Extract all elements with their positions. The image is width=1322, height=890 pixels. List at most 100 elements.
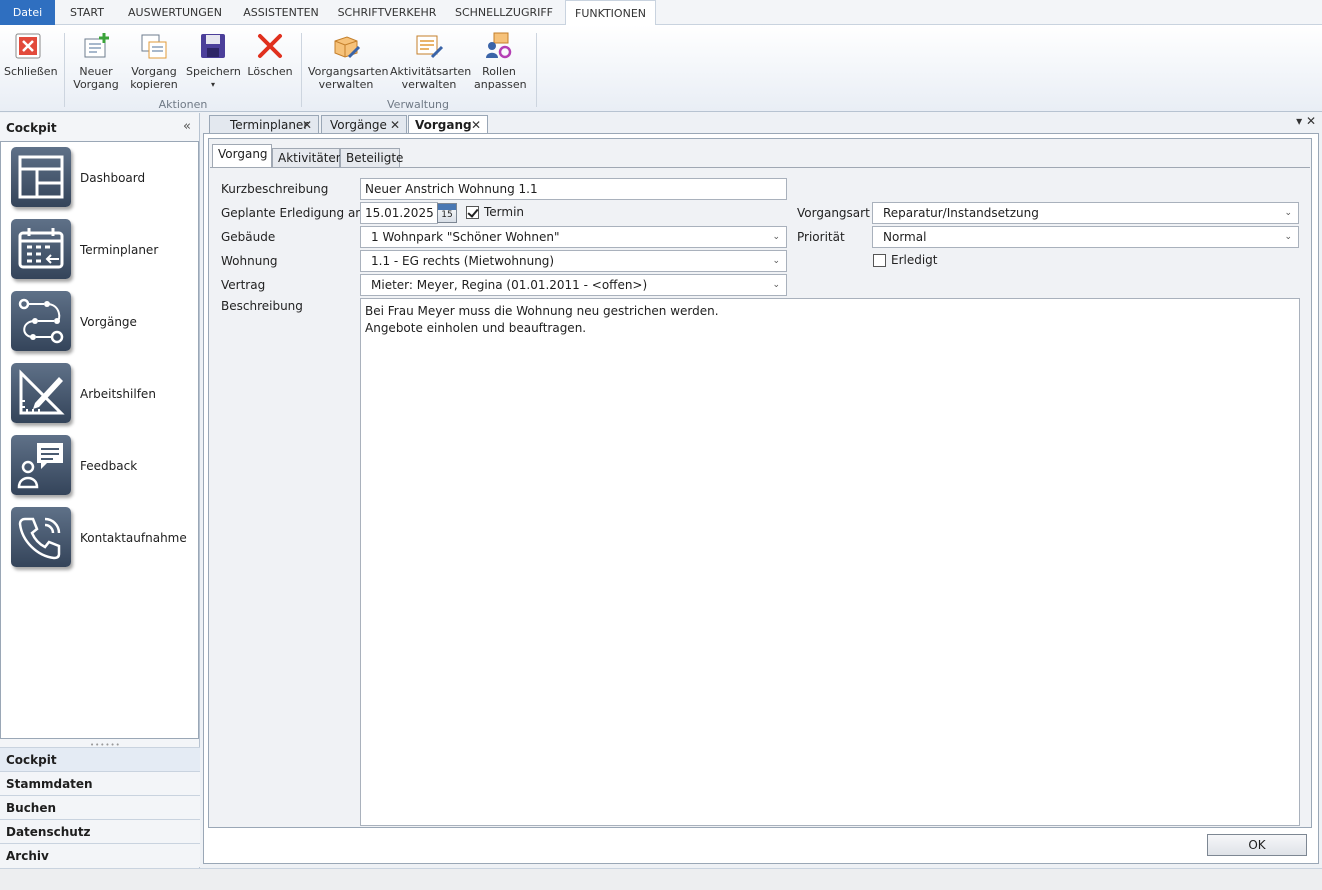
ok-button[interactable]: OK (1207, 834, 1307, 856)
tab-auswertungen[interactable]: AUSWERTUNGEN (120, 0, 230, 25)
document-panel: Vorgang Aktivitäten Beteiligte Kurzbesch… (203, 133, 1319, 864)
description-line: Bei Frau Meyer muss die Wohnung neu gest… (365, 304, 719, 318)
nav-item-terminplaner[interactable]: Terminplaner (11, 219, 196, 281)
manage-case-types-label: Vorgangsarten verwalten (308, 65, 389, 91)
manage-case-types-button[interactable]: Vorgangsarten verwalten (308, 31, 389, 91)
tab-start[interactable]: START (60, 0, 114, 25)
save-button[interactable]: Speichern ▾ (186, 31, 241, 91)
nav-item-dashboard[interactable]: Dashboard (11, 147, 196, 209)
tab-aktivitaeten[interactable]: Aktivitäten (272, 148, 343, 168)
nav-item-vorgaenge[interactable]: Vorgänge (11, 291, 196, 353)
tab-container: Vorgang Aktivitäten Beteiligte Kurzbesch… (208, 138, 1312, 828)
nav-label: Vorgänge (80, 315, 137, 329)
adjust-roles-button[interactable]: Rollen anpassen (474, 31, 527, 91)
ribbon-separator (536, 33, 537, 107)
delete-label: Löschen (247, 65, 293, 78)
tab-beteiligte[interactable]: Beteiligte (340, 148, 403, 168)
new-document-icon (84, 33, 109, 58)
tab-schriftverkehr[interactable]: SCHRIFTVERKEHR (332, 0, 442, 25)
copy-case-button[interactable]: Vorgang kopieren (128, 31, 180, 91)
nav-label: Kontaktaufnahme (80, 531, 187, 545)
case-type-select-value: Reparatur/Instandsetzung (883, 206, 1039, 220)
doc-tab-label: Vorgang (415, 118, 472, 132)
flat-label: Wohnung (221, 254, 278, 268)
collapse-double-chevron-icon[interactable]: « (183, 119, 191, 134)
building-select-value: 1 Wohnpark "Schöner Wohnen" (371, 230, 560, 244)
close-tab-icon[interactable]: ✕ (471, 116, 481, 134)
contract-label: Vertrag (221, 278, 266, 292)
nav-section-cockpit[interactable]: Cockpit (0, 747, 200, 771)
tab-vorgang[interactable]: Vorgang (212, 144, 272, 168)
nav-section-stammdaten[interactable]: Stammdaten (0, 771, 200, 795)
calendar-icon (18, 228, 64, 269)
nav-section-datenschutz[interactable]: Datenschutz (0, 819, 200, 843)
tab-schnellzugriff[interactable]: SCHNELLZUGRIFF (448, 0, 560, 25)
ribbon-tab-bar: Datei START AUSWERTUNGEN ASSISTENTEN SCH… (0, 0, 1322, 26)
flat-select[interactable]: 1.1 - EG rechts (Mietwohnung) ⌄ (360, 250, 787, 272)
document-window-controls: ▾ ✕ (1296, 114, 1316, 128)
tab-assistenten[interactable]: ASSISTENTEN (236, 0, 326, 25)
appointment-checkbox[interactable] (466, 206, 479, 219)
building-label: Gebäude (221, 230, 276, 244)
tab-datei[interactable]: Datei (0, 0, 55, 25)
dashboard-layout-icon (18, 155, 64, 199)
close-window-icon (15, 33, 41, 59)
document-tab-bar: Terminplaner ✕ Vorgänge ✕ Vorgang ✕ ▾ ✕ (203, 113, 1322, 134)
chevron-down-icon: ⌄ (772, 232, 780, 242)
due-date-input[interactable]: 15.01.2025 (360, 202, 438, 224)
doc-tab-label: Vorgänge (330, 118, 387, 132)
workflow-icon (18, 298, 64, 344)
close-tab-icon[interactable]: ✕ (390, 116, 400, 134)
manage-activity-types-button[interactable]: Aktivitätsarten verwalten (390, 31, 471, 91)
nav-item-kontaktaufnahme[interactable]: Kontaktaufnahme (11, 507, 196, 569)
close-button[interactable]: Schließen (4, 31, 58, 78)
description-line: Angebote einholen und beauftragen. (365, 321, 587, 335)
done-label: Erledigt (891, 253, 938, 267)
delete-button[interactable]: Löschen (246, 31, 294, 78)
save-label: Speichern (186, 65, 241, 78)
feedback-tile (11, 435, 71, 495)
calendar-picker-icon[interactable]: 15 (437, 203, 457, 223)
description-textarea[interactable]: Bei Frau Meyer muss die Wohnung neu gest… (360, 298, 1300, 826)
dashboard-tile (11, 147, 71, 207)
chevron-down-icon: ⌄ (772, 280, 780, 290)
doc-tab-terminplaner[interactable]: Terminplaner ✕ (209, 115, 319, 134)
priority-select[interactable]: Normal ⌄ (872, 226, 1299, 248)
close-document-icon[interactable]: ✕ (1306, 114, 1316, 128)
building-select[interactable]: 1 Wohnpark "Schöner Wohnen" ⌄ (360, 226, 787, 248)
nav-tile-list: Dashboard Terminplaner Vorgänge Arbeitsh… (0, 141, 199, 739)
new-case-button[interactable]: Neuer Vorgang (72, 31, 120, 91)
box-pencil-icon (334, 36, 361, 59)
description-label: Beschreibung (221, 299, 303, 313)
copy-icon (141, 34, 167, 59)
contract-select[interactable]: Mieter: Meyer, Regina (01.01.2011 - <off… (360, 274, 787, 296)
tab-funktionen[interactable]: FUNKTIONEN (565, 0, 656, 26)
navigation-pane: Cockpit « Dashboard Terminplaner Vorgäng… (0, 113, 200, 868)
priority-label: Priorität (797, 230, 845, 244)
nav-section-archiv[interactable]: Archiv (0, 843, 200, 867)
nav-label: Feedback (80, 459, 138, 473)
chevron-down-icon: ⌄ (1284, 208, 1292, 218)
save-dropdown-chevron-icon[interactable]: ▾ (186, 78, 240, 91)
doc-tab-vorgaenge[interactable]: Vorgänge ✕ (321, 115, 407, 134)
appointment-label: Termin (484, 205, 525, 219)
nav-item-arbeitshilfen[interactable]: Arbeitshilfen (11, 363, 196, 425)
tab-list-chevron-down-icon[interactable]: ▾ (1296, 114, 1302, 128)
kontaktaufnahme-tile (11, 507, 71, 567)
adjust-roles-label: Rollen anpassen (474, 65, 527, 91)
doc-tab-label: Terminplaner (230, 118, 309, 132)
copy-case-label: Vorgang kopieren (130, 65, 178, 91)
priority-select-value: Normal (883, 230, 927, 244)
vorgaenge-tile (11, 291, 71, 351)
nav-item-feedback[interactable]: Feedback (11, 435, 196, 497)
ribbon-group-admin: Verwaltung (387, 98, 449, 111)
doc-tab-vorgang[interactable]: Vorgang ✕ (408, 115, 488, 134)
contract-select-value: Mieter: Meyer, Regina (01.01.2011 - <off… (371, 278, 648, 292)
calendar-day: 15 (441, 210, 453, 220)
close-tab-icon[interactable]: ✕ (302, 116, 312, 134)
chevron-down-icon: ⌄ (772, 256, 780, 266)
done-checkbox[interactable] (873, 254, 886, 267)
short-description-input[interactable]: Neuer Anstrich Wohnung 1.1 (360, 178, 787, 200)
nav-section-buchen[interactable]: Buchen (0, 795, 200, 819)
case-type-select[interactable]: Reparatur/Instandsetzung ⌄ (872, 202, 1299, 224)
